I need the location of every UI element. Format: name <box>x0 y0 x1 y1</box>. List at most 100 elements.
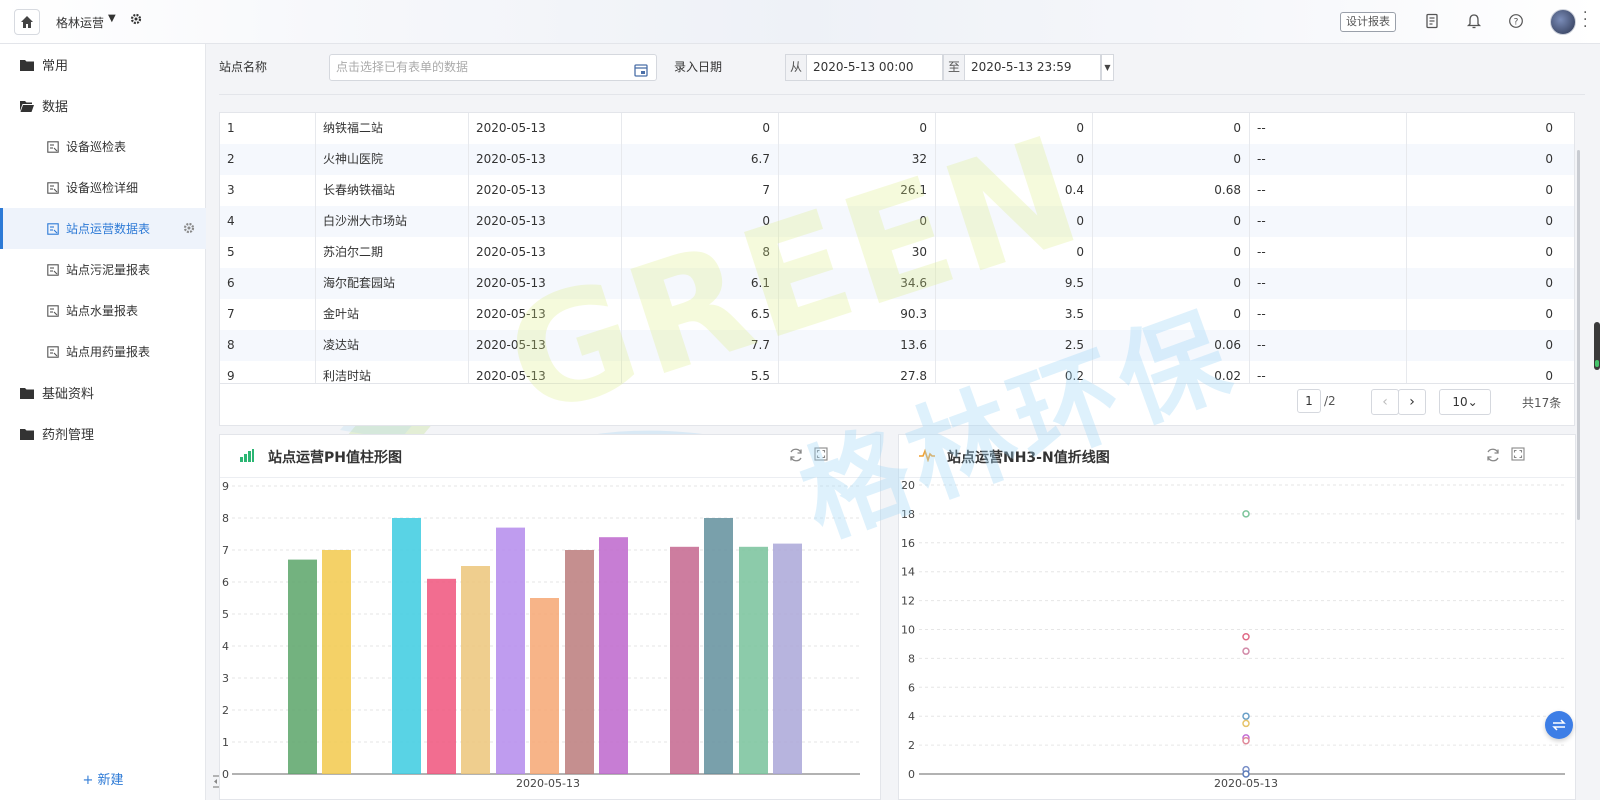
bell-icon[interactable] <box>1466 13 1482 32</box>
vertical-scrollbar[interactable] <box>1577 150 1580 520</box>
table-cell: 6.7 <box>622 144 779 175</box>
table-cell: 3 <box>220 175 316 206</box>
table-cell: 0 <box>1545 276 1553 290</box>
sidebar-group-common[interactable]: 常用 <box>0 44 206 85</box>
page-size-select[interactable]: 10⌄ <box>1439 389 1491 415</box>
user-avatar[interactable] <box>1550 9 1576 35</box>
bar[interactable] <box>427 578 456 774</box>
sidebar-item-label: 设备巡检表 <box>66 140 127 154</box>
bar-chart-icon <box>240 449 254 465</box>
help-icon[interactable]: ? <box>1508 13 1524 32</box>
y-tick-label: 2 <box>222 704 229 717</box>
folder-open-icon <box>20 99 34 113</box>
ph-chart-title: 站点运营PH值柱形图 <box>268 450 402 466</box>
y-tick-label: 9 <box>222 480 229 493</box>
bar[interactable] <box>773 543 802 774</box>
sidebar-group-label: 基础资料 <box>42 387 95 402</box>
date-dropdown-caret-icon[interactable]: ▼ <box>1101 54 1114 81</box>
home-button[interactable] <box>14 9 40 35</box>
table-cell: 2 <box>220 144 316 175</box>
y-tick-label: 5 <box>222 608 229 621</box>
data-point[interactable] <box>1242 712 1250 720</box>
bar[interactable] <box>739 546 768 774</box>
next-page-button[interactable]: › <box>1398 389 1426 415</box>
fullscreen-icon[interactable] <box>1511 447 1525 464</box>
sidebar-item-water-report[interactable]: 站点水量报表 <box>0 290 206 331</box>
bar[interactable] <box>496 527 525 774</box>
bar[interactable] <box>322 550 351 774</box>
station-name-label: 站点名称 <box>219 60 268 74</box>
total-pages: /2 <box>1324 394 1336 408</box>
app-switcher[interactable]: 格林运营 <box>56 14 104 31</box>
table-cell: -- <box>1250 330 1407 361</box>
app-settings-icon[interactable] <box>130 13 142 28</box>
date-from-input[interactable]: 2020-5-13 00:00 <box>813 54 914 81</box>
bar[interactable] <box>565 550 594 774</box>
table-cell: 0 <box>1545 307 1553 321</box>
form-icon <box>47 181 59 194</box>
data-point[interactable] <box>1242 510 1250 518</box>
form-icon <box>47 222 59 235</box>
sidebar-item-equipment-inspection-detail[interactable]: 设备巡检详细 <box>0 167 206 208</box>
bar[interactable] <box>530 598 559 774</box>
form-icon <box>47 140 59 153</box>
folder-icon <box>20 58 34 72</box>
sidebar-item-label: 站点污泥量报表 <box>66 263 151 277</box>
bar[interactable] <box>461 566 490 774</box>
swap-float-button[interactable] <box>1545 711 1573 739</box>
data-point[interactable] <box>1242 647 1250 655</box>
table-cell: 0 <box>1545 369 1553 383</box>
table-row[interactable]: 1 纳铁福二站 2020-05-13 0 0 0 0 -- 0 <box>220 113 1574 144</box>
table-cell: -- <box>1250 361 1407 383</box>
y-tick-label: 6 <box>222 576 229 589</box>
table-cell: 0 <box>1545 152 1553 166</box>
table-cell: 0 <box>779 113 936 144</box>
table-picker-icon[interactable] <box>634 61 648 86</box>
folder-icon <box>20 386 34 400</box>
design-report-button[interactable]: 设计报表 <box>1340 12 1396 32</box>
table-cell: 0 <box>1545 214 1553 228</box>
sidebar-group-basic-data[interactable]: 基础资料 <box>0 372 206 413</box>
bar[interactable] <box>670 546 699 774</box>
top-bar: 格林运营 ▼ 设计报表 ? · · · <box>0 0 1600 44</box>
y-tick-label: 2 <box>908 739 915 752</box>
y-tick-label: 0 <box>908 768 915 781</box>
data-point[interactable] <box>1242 719 1250 728</box>
bar[interactable] <box>704 518 733 774</box>
date-to-input[interactable]: 2020-5-13 23:59 <box>971 54 1072 81</box>
prev-page-button[interactable]: ‹ <box>1371 389 1399 415</box>
folder-icon <box>20 427 34 441</box>
sidebar-item-chemical-report[interactable]: 站点用药量报表 <box>0 331 206 372</box>
station-select-input[interactable]: 点击选择已有表单的数据 <box>329 54 657 81</box>
sidebar-group-label: 数据 <box>42 100 69 115</box>
sidebar-item-equipment-inspection[interactable]: 设备巡检表 <box>0 126 206 167</box>
side-drawer-handle[interactable] <box>1594 322 1600 370</box>
table-cell: 2020-05-13 <box>469 144 622 175</box>
table-cell: -- <box>1250 206 1407 237</box>
sidebar-item-station-operation-data[interactable]: 站点运营数据表 <box>0 208 206 249</box>
sidebar-group-chemical-management[interactable]: 药剂管理 <box>0 413 206 454</box>
page-number-input[interactable]: 1 <box>1297 389 1321 413</box>
app-switcher-caret-icon[interactable]: ▼ <box>108 13 116 24</box>
y-tick-label: 0 <box>222 768 229 781</box>
data-point[interactable] <box>1242 737 1250 745</box>
data-point[interactable] <box>1242 632 1250 641</box>
table-cell: 0 <box>1545 121 1553 135</box>
bar[interactable] <box>392 518 421 774</box>
sidebar-group-data[interactable]: 数据 <box>0 85 206 126</box>
refresh-icon[interactable] <box>1485 447 1501 466</box>
home-icon <box>21 16 33 28</box>
bar[interactable] <box>599 537 628 774</box>
table-cell: 2020-05-13 <box>469 175 622 206</box>
more-menu-icon[interactable]: · · · <box>1583 6 1587 34</box>
ph-bar-chart-panel: 站点运营PH值柱形图 0 1 2 3 4 5 6 7 8 9 2020-05-13 <box>219 434 881 800</box>
sidebar-item-sludge-report[interactable]: 站点污泥量报表 <box>0 249 206 290</box>
item-settings-icon[interactable] <box>183 222 195 237</box>
bar[interactable] <box>288 559 317 774</box>
y-tick-label: 4 <box>222 640 229 653</box>
new-button[interactable]: + 新建 <box>0 761 206 800</box>
table-cell: 0 <box>1545 245 1553 259</box>
y-tick-label: 12 <box>901 595 915 608</box>
report-icon[interactable] <box>1424 13 1440 32</box>
table-cell: -- <box>1250 144 1407 175</box>
